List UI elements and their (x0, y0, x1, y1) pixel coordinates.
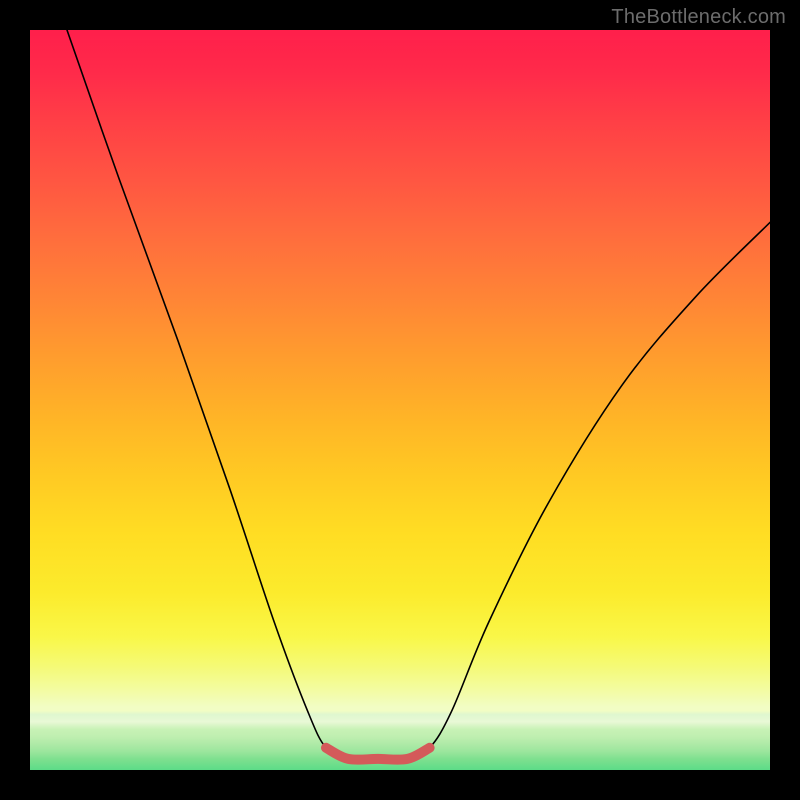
curve-layer (30, 30, 770, 770)
plot-area (30, 30, 770, 770)
watermark-text: TheBottleneck.com (611, 6, 786, 29)
bottleneck-curve (67, 30, 770, 760)
zero-bottleneck-band (326, 748, 430, 760)
chart-frame: TheBottleneck.com (0, 0, 800, 800)
